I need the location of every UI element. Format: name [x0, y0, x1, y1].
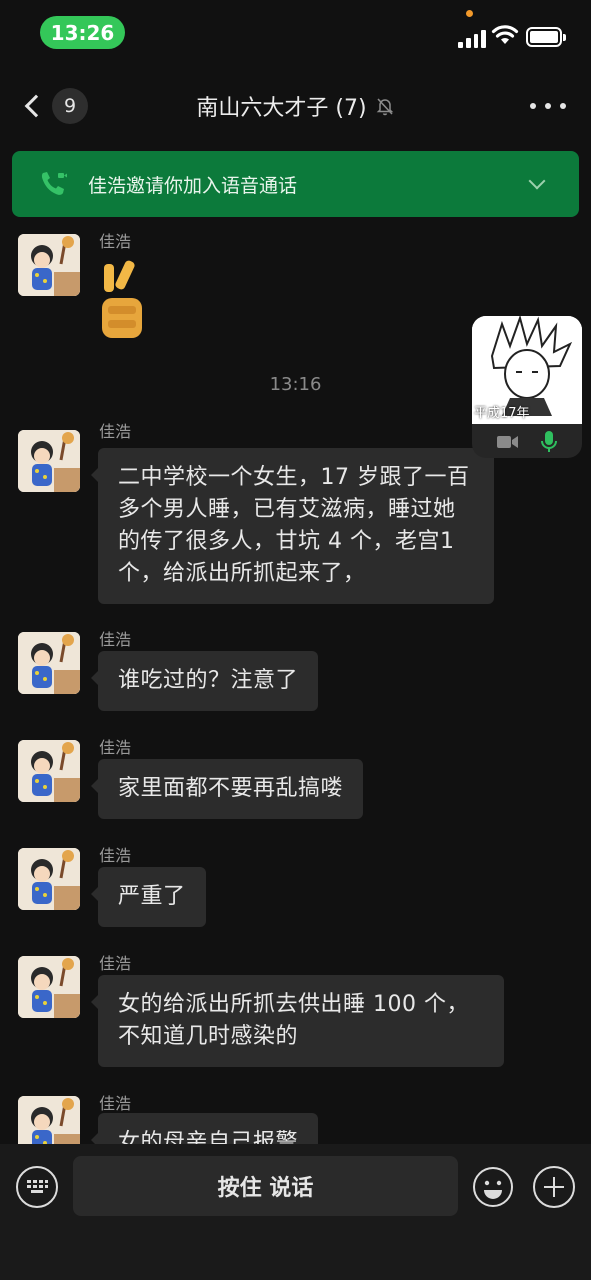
avatar[interactable]: [18, 740, 80, 802]
back-chevron-icon: [24, 94, 48, 118]
avatar-image: [18, 740, 80, 802]
chat-title[interactable]: 南山六大才子 (7): [150, 90, 441, 122]
message-bubble[interactable]: 谁吃过的？注意了: [90, 651, 319, 711]
sender-name: 佳浩: [99, 846, 132, 865]
avatar-image: [18, 848, 80, 910]
avatar-image: [18, 234, 80, 296]
dot-icon: [545, 103, 551, 109]
more-options-button[interactable]: [530, 100, 566, 112]
wifi-icon: [491, 25, 519, 44]
message-bubble[interactable]: 二中学校一个女生，17 岁跟了一百多个男人睡，已有艾滋病，睡过她的传了很多人，甘…: [91, 448, 494, 604]
hold-to-talk-button[interactable]: 按住 说话: [73, 1156, 458, 1216]
sender-name: 佳浩: [99, 232, 132, 251]
avatar[interactable]: [18, 430, 80, 492]
back-button[interactable]: 9: [18, 88, 88, 124]
status-bar: 13:26: [0, 0, 591, 68]
camera-icon[interactable]: [497, 435, 519, 449]
sender-name: 佳浩: [99, 1094, 132, 1113]
avatar-image: [18, 430, 80, 492]
message-bubble[interactable]: 女的母亲自己报警: [90, 1113, 319, 1144]
keyboard-toggle-button[interactable]: [16, 1166, 58, 1208]
message-bubble[interactable]: 严重了: [91, 867, 206, 927]
avatar[interactable]: [18, 956, 80, 1018]
avatar[interactable]: [18, 234, 80, 296]
avatar[interactable]: [18, 632, 80, 694]
emoji-button[interactable]: [472, 1166, 514, 1208]
avatar[interactable]: [18, 1096, 80, 1144]
more-features-plus-button[interactable]: [533, 1166, 575, 1208]
unread-count-badge: 9: [52, 88, 88, 124]
battery-icon: [526, 27, 566, 47]
privacy-indicator-dot: [466, 10, 473, 17]
avatar-image: [18, 956, 80, 1018]
status-time: 13:26: [40, 16, 125, 49]
chevron-down-icon[interactable]: [528, 172, 546, 190]
avatar[interactable]: [18, 848, 80, 910]
message-bubble[interactable]: 家里面都不要再乱搞喽: [90, 759, 364, 819]
floating-call-window[interactable]: 平成17年: [472, 316, 582, 458]
dot-icon: [560, 103, 566, 109]
microphone-icon[interactable]: [541, 431, 557, 453]
cellular-signal-icon: [458, 28, 486, 48]
sender-name: 佳浩: [99, 422, 132, 441]
avatar-image: [18, 1096, 80, 1144]
victory-hand-sticker[interactable]: [98, 258, 146, 346]
floating-window-caption: 平成17年: [474, 406, 530, 421]
sender-name: 佳浩: [99, 738, 132, 757]
chat-title-text: 南山六大才子 (7): [196, 96, 367, 121]
mute-bell-icon: [376, 98, 393, 116]
call-banner-text: 佳浩邀请你加入语音通话: [88, 174, 298, 197]
dot-icon: [530, 103, 536, 109]
chat-input-bar: 按住 说话: [0, 1144, 591, 1280]
avatar-image: [18, 632, 80, 694]
keyboard-icon: [27, 1180, 48, 1193]
floating-window-controls: [472, 426, 582, 458]
chat-nav-bar: 9 南山六大才子 (7): [0, 76, 591, 136]
sender-name: 佳浩: [99, 954, 132, 973]
sender-name: 佳浩: [99, 630, 132, 649]
voice-call-icon: [41, 172, 67, 195]
voice-call-banner[interactable]: 佳浩邀请你加入语音通话: [12, 151, 579, 217]
message-bubble[interactable]: 女的给派出所抓去供出睡 100 个，不知道几时感染的: [91, 975, 504, 1067]
